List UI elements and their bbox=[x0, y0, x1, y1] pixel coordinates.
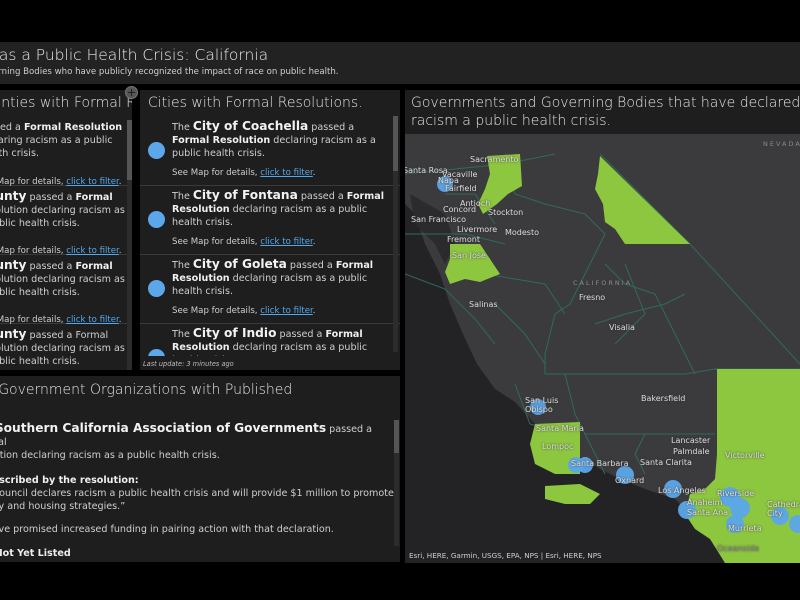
place-label: Stockton bbox=[488, 208, 524, 217]
place-label: San Jose bbox=[452, 251, 486, 260]
place-label: Los Angeles bbox=[658, 486, 706, 495]
place-label: Murrieta bbox=[728, 524, 762, 533]
expand-widget-icon[interactable] bbox=[125, 86, 138, 99]
click-to-filter-link[interactable]: click to filter bbox=[260, 306, 313, 316]
list-item[interactable]: The City of Coachella passed a Formal Re… bbox=[140, 117, 400, 186]
scroll-thumb[interactable] bbox=[393, 116, 398, 171]
scroll-thumb[interactable] bbox=[394, 420, 399, 453]
map-panel-title: Governments and Governing Bodies that ha… bbox=[411, 95, 800, 129]
place-label: Victorville bbox=[725, 451, 765, 460]
place-label: Modesto bbox=[505, 228, 539, 237]
list-item[interactable]: County passed a Formal Resolution declar… bbox=[0, 324, 132, 370]
counties-list: passed a Formal Resolution declaring rac… bbox=[0, 117, 132, 370]
county-mono bbox=[595, 156, 690, 244]
place-label: Cathedral City bbox=[767, 500, 800, 518]
list-item[interactable]: passed a Formal Resolution declaring rac… bbox=[0, 117, 132, 187]
city-dot-icon bbox=[148, 211, 165, 228]
place-label: Lancaster bbox=[671, 436, 711, 445]
cities-panel: Cities with Formal Resolutions. The City… bbox=[140, 90, 400, 370]
place-label: Fairfield bbox=[445, 184, 477, 193]
organization-entry: The Southern California Association of G… bbox=[0, 421, 394, 560]
map-view[interactable]: NEVADA CALIFORNIA Santa Rosa Napa Vacavi… bbox=[405, 134, 800, 563]
page-title: Racism as a Public Health Crisis: Califo… bbox=[0, 46, 269, 64]
click-to-filter-link[interactable]: click to filter bbox=[260, 168, 313, 178]
map-attribution: Esri, HERE, Garmin, USGS, EPA, NPS | Esr… bbox=[409, 551, 602, 560]
place-label: Oxnard bbox=[615, 476, 645, 485]
place-label: Palmdale bbox=[673, 447, 710, 456]
region-label: NEVADA bbox=[763, 140, 800, 148]
city-dot-icon bbox=[148, 280, 165, 297]
place-label: Concord bbox=[443, 205, 477, 214]
place-label: San Francisco bbox=[411, 215, 466, 224]
place-label: Santa Barbara bbox=[571, 459, 629, 468]
organizations-scrollbar[interactable] bbox=[394, 420, 399, 546]
place-label: Riverside bbox=[717, 489, 755, 498]
place-label: Oceanside bbox=[717, 544, 759, 553]
place-label: Vacaville bbox=[442, 170, 478, 179]
place-label: Anaheim bbox=[687, 498, 723, 507]
counties-panel-title: Counties with Formal Resolutions bbox=[0, 95, 132, 111]
place-label: Livermore bbox=[457, 225, 498, 234]
organizations-panel: Agencies and Government Organizations wi… bbox=[0, 376, 400, 562]
map-panel: Governments and Governing Bodies that ha… bbox=[405, 90, 800, 563]
list-item[interactable]: County passed a Formal Resolution declar… bbox=[0, 255, 132, 325]
place-label: San Luis Obispo bbox=[525, 396, 559, 414]
list-item[interactable]: County passed a Formal Resolution declar… bbox=[0, 186, 132, 256]
scroll-thumb[interactable] bbox=[127, 120, 132, 180]
region-label: CALIFORNIA bbox=[573, 279, 633, 287]
place-label: Sacramento bbox=[470, 155, 519, 164]
cities-panel-title: Cities with Formal Resolutions. bbox=[148, 95, 363, 111]
counties-scrollbar[interactable] bbox=[127, 120, 132, 370]
place-label: Salinas bbox=[469, 300, 498, 309]
place-label: Lompoc bbox=[542, 442, 574, 451]
place-label: Visalia bbox=[609, 323, 635, 332]
page-subtitle: Governing Bodies who have publicly recog… bbox=[0, 67, 339, 77]
list-item[interactable]: The City of Goleta passed a Formal Resol… bbox=[140, 255, 400, 324]
place-label: Bakersfield bbox=[641, 394, 686, 403]
organizations-panel-title: Agencies and Government Organizations wi… bbox=[0, 382, 293, 398]
place-label: Santa Maria bbox=[536, 424, 584, 433]
app-header: Racism as a Public Health Crisis: Califo… bbox=[0, 42, 800, 84]
list-item[interactable]: The City of Fontana passed a Formal Reso… bbox=[140, 186, 400, 255]
city-dot-icon bbox=[148, 142, 165, 159]
place-label: Santa Clarita bbox=[640, 458, 692, 467]
place-label: Fresno bbox=[579, 293, 606, 302]
county-santa-clara bbox=[445, 244, 500, 284]
click-to-filter-link[interactable]: click to filter bbox=[260, 237, 313, 247]
last-update-label: Last update: 3 minutes ago bbox=[143, 360, 234, 368]
counties-panel: Counties with Formal Resolutions passed … bbox=[0, 90, 132, 370]
place-label: Fremont bbox=[447, 235, 480, 244]
cities-list: The City of Coachella passed a Formal Re… bbox=[140, 117, 400, 370]
city-marker-riverside[interactable] bbox=[730, 498, 750, 518]
place-label: Santa Ana bbox=[687, 508, 729, 517]
cities-scrollbar[interactable] bbox=[393, 116, 398, 352]
